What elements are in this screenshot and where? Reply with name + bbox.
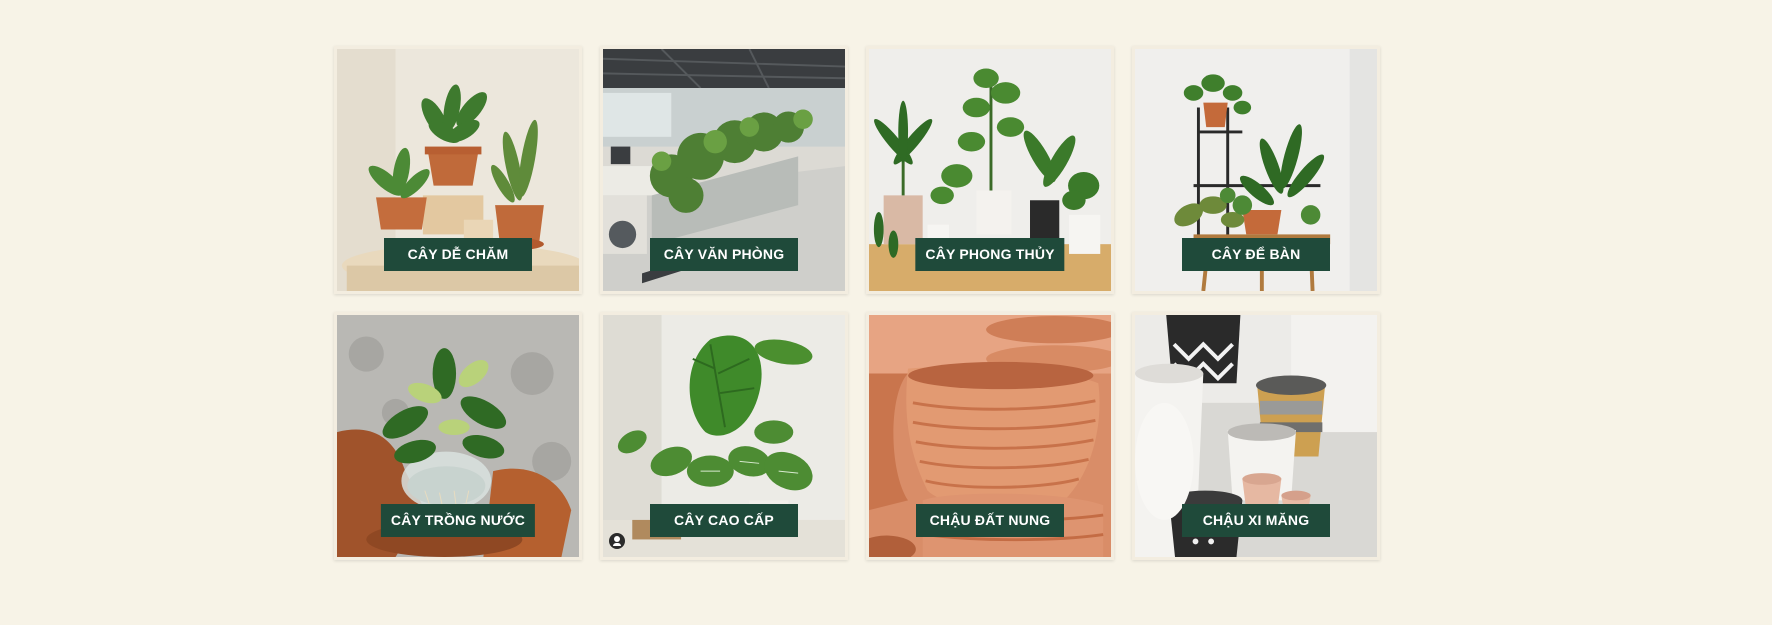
category-page: CÂY DỄ CHĂM CÂY VĂN PHÒNG CÂY PHONG THỦY…	[0, 0, 1772, 625]
category-card-easy-care-plants[interactable]: CÂY DỄ CHĂM	[334, 46, 582, 294]
category-card-water-plants[interactable]: CÂY TRỒNG NƯỚC	[334, 312, 582, 560]
category-grid: CÂY DỄ CHĂM CÂY VĂN PHÒNG CÂY PHONG THỦY…	[334, 46, 1380, 560]
category-card-desktop-plants[interactable]: CÂY ĐỂ BÀN	[1132, 46, 1380, 294]
category-label: CHẬU ĐẤT NUNG	[916, 504, 1064, 537]
category-label: CÂY CAO CẤP	[650, 504, 798, 537]
category-card-cement-pots[interactable]: CHẬU XI MĂNG	[1132, 312, 1380, 560]
category-label: CÂY DỄ CHĂM	[384, 238, 532, 271]
category-label: CÂY VĂN PHÒNG	[650, 238, 798, 271]
category-label: CÂY TRỒNG NƯỚC	[380, 504, 536, 537]
category-card-feng-shui-plants[interactable]: CÂY PHONG THỦY	[866, 46, 1114, 294]
category-label: CÂY PHONG THỦY	[915, 238, 1065, 271]
user-icon[interactable]	[609, 533, 625, 549]
category-card-premium-plants[interactable]: CÂY CAO CẤP	[600, 312, 848, 560]
category-card-terracotta-pots[interactable]: CHẬU ĐẤT NUNG	[866, 312, 1114, 560]
category-card-office-plants[interactable]: CÂY VĂN PHÒNG	[600, 46, 848, 294]
category-label: CHẬU XI MĂNG	[1182, 504, 1330, 537]
category-label: CÂY ĐỂ BÀN	[1182, 238, 1330, 271]
